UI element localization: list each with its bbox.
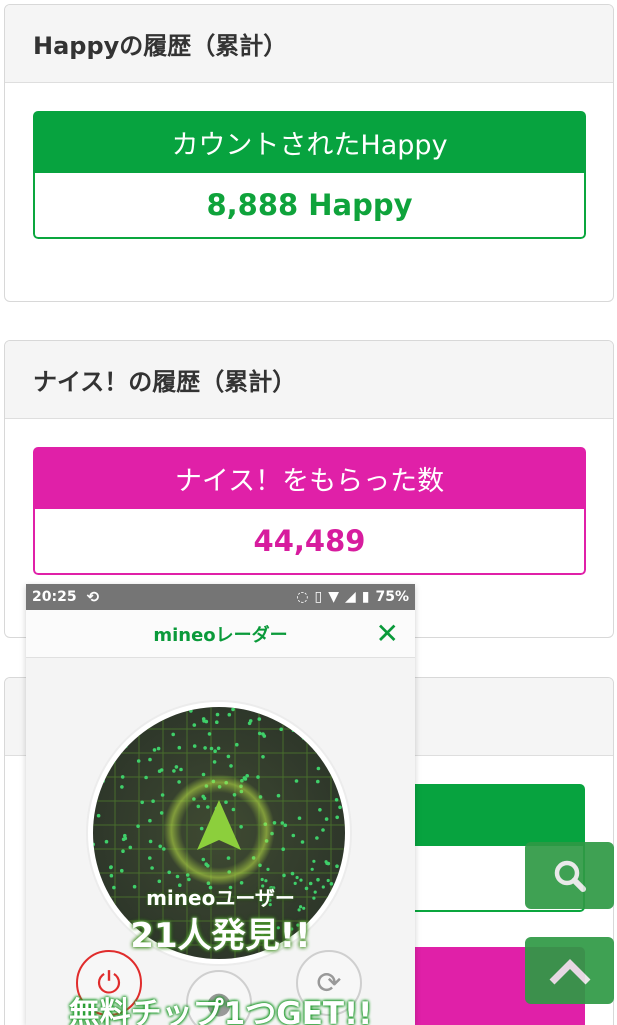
sync-icon: ⟲ xyxy=(86,588,100,606)
chevron-up-icon xyxy=(549,958,590,984)
happy-count-label: カウントされたHappy xyxy=(33,111,586,173)
happy-count-value: 8,888 Happy xyxy=(33,173,586,239)
found-users-label: mineoユーザー xyxy=(146,886,295,910)
search-icon xyxy=(554,860,586,892)
wifi-icon: ▼ xyxy=(328,589,339,605)
status-right: ◌ ▯ ▼ ◢ ▮ 75% xyxy=(296,589,409,605)
scroll-top-button[interactable] xyxy=(525,937,614,1004)
happy-count-box: カウントされたHappy 8,888 Happy xyxy=(33,111,586,239)
nice-history-title: ナイス！の履歴（累計） xyxy=(5,341,613,419)
happy-history-title: Happyの履歴（累計） xyxy=(5,5,613,83)
page: Happyの履歴（累計） カウントされたHappy 8,888 Happy ナイ… xyxy=(0,0,617,1025)
nfc-icon: ◌ xyxy=(296,589,309,605)
popup-header: mineoレーダー ✕ xyxy=(26,610,415,658)
found-users-count: 21人発見!! xyxy=(130,916,311,956)
battery-icon: ▮ xyxy=(361,589,370,605)
nice-count-value: 44,489 xyxy=(33,509,586,575)
nice-count-box: ナイス！をもらった数 44,489 xyxy=(33,447,586,575)
popup-title: mineoレーダー xyxy=(153,624,288,646)
search-button[interactable] xyxy=(525,842,614,909)
mineo-radar-popup: 20:25 ⟲ ◌ ▯ ▼ ◢ ▮ 75% mineoレーダー ✕ mineoユ… xyxy=(26,584,415,1025)
status-time: 20:25 xyxy=(32,589,77,605)
close-icon[interactable]: ✕ xyxy=(376,620,399,648)
battery-level: 75% xyxy=(375,589,409,605)
happy-history-card: Happyの履歴（累計） カウントされたHappy 8,888 Happy xyxy=(4,4,614,302)
nice-count-label: ナイス！をもらった数 xyxy=(33,447,586,509)
vibrate-icon: ▯ xyxy=(314,589,323,605)
free-chip-banner: 無料チップ1つGET!! xyxy=(68,996,373,1025)
signal-icon: ◢ xyxy=(344,589,356,605)
hidden-green-label xyxy=(414,784,585,846)
status-bar: 20:25 ⟲ ◌ ▯ ▼ ◢ ▮ 75% xyxy=(26,584,415,610)
